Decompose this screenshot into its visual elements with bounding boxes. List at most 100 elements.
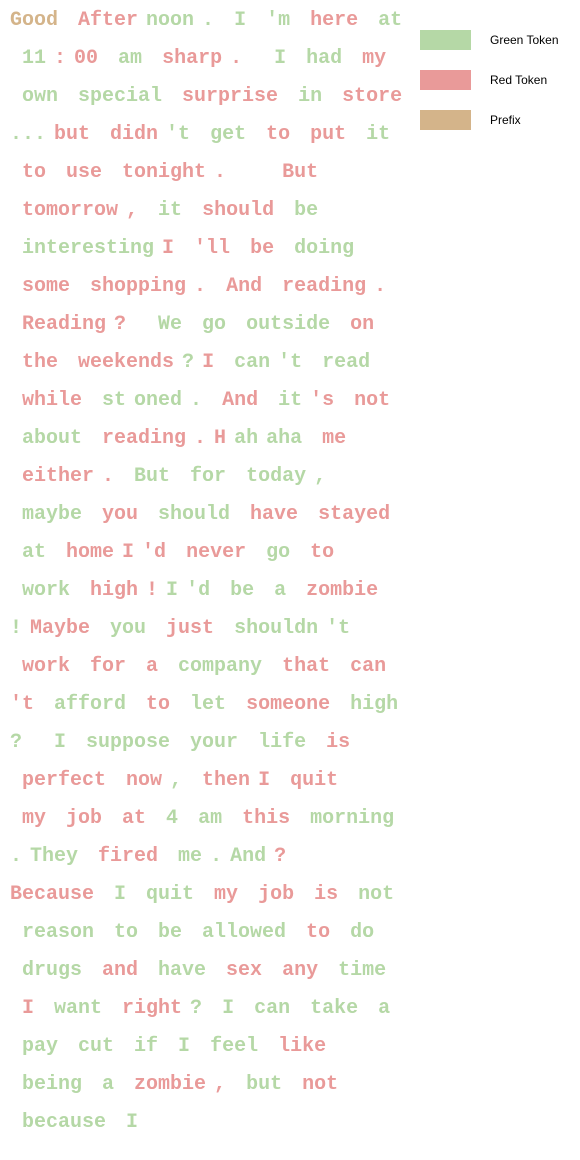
text-line: interesting I 'll be doing bbox=[10, 235, 410, 273]
red-token: job bbox=[246, 883, 295, 906]
green-token: do bbox=[338, 921, 375, 944]
green-token: want bbox=[42, 997, 103, 1020]
red-token: my bbox=[10, 807, 47, 830]
red-token: never bbox=[174, 541, 247, 564]
red-token: . bbox=[102, 465, 115, 488]
green-token: . bbox=[190, 389, 203, 412]
red-token: tomorrow bbox=[10, 199, 119, 222]
text-line: maybe you should have stayed bbox=[10, 501, 410, 539]
green-token: maybe bbox=[10, 503, 83, 526]
red-token: the bbox=[10, 351, 59, 374]
legend-swatch bbox=[420, 70, 471, 90]
red-token: have bbox=[238, 503, 299, 526]
red-token: reading bbox=[270, 275, 367, 298]
legend-item: Prefix bbox=[420, 110, 559, 130]
legend-label: Red Token bbox=[490, 73, 548, 87]
green-token: But bbox=[122, 465, 171, 488]
green-token: pay bbox=[10, 1035, 59, 1058]
red-token: right bbox=[110, 997, 183, 1020]
green-token: for bbox=[178, 465, 227, 488]
green-token: go bbox=[190, 313, 227, 336]
green-token: . bbox=[10, 845, 23, 868]
green-token: not bbox=[346, 883, 395, 906]
green-token: 4 bbox=[154, 807, 179, 830]
green-token: 't bbox=[166, 123, 191, 146]
red-token: I bbox=[122, 541, 135, 564]
text-line: work for a company that can bbox=[10, 653, 410, 691]
red-token: , bbox=[126, 199, 139, 222]
text-line: drugs and have sex any time bbox=[10, 957, 410, 995]
text-line: tomorrow, it should be bbox=[10, 197, 410, 235]
red-token: is bbox=[314, 731, 351, 754]
red-token: . bbox=[230, 47, 243, 70]
red-token: job bbox=[54, 807, 103, 830]
green-token: And bbox=[230, 845, 267, 868]
green-token: it bbox=[354, 123, 391, 146]
red-token: sharp bbox=[150, 47, 223, 70]
red-token: like bbox=[266, 1035, 327, 1058]
red-token: while bbox=[10, 389, 83, 412]
red-token: but bbox=[54, 123, 91, 146]
red-token: to bbox=[294, 921, 331, 944]
green-token: ? bbox=[190, 997, 203, 1020]
red-token: and bbox=[90, 959, 139, 982]
red-token: ! bbox=[146, 579, 159, 602]
green-token: morning bbox=[298, 807, 395, 830]
red-token: 's bbox=[310, 389, 335, 412]
green-token: being bbox=[10, 1073, 83, 1096]
text-line: Good After noon. I 'm here at bbox=[10, 7, 410, 45]
red-token: : bbox=[54, 47, 67, 70]
green-token: should bbox=[146, 503, 231, 526]
prefix-token: Good bbox=[10, 9, 59, 32]
green-token: allowed bbox=[190, 921, 287, 944]
red-token: to bbox=[254, 123, 291, 146]
red-token: a bbox=[134, 655, 159, 678]
legend-item: Green Token bbox=[420, 30, 559, 50]
green-token: work bbox=[10, 579, 71, 602]
green-token: They bbox=[30, 845, 79, 868]
green-token: drugs bbox=[10, 959, 83, 982]
green-token: to bbox=[102, 921, 139, 944]
red-token: on bbox=[338, 313, 375, 336]
red-token: I bbox=[202, 351, 215, 374]
red-token: ? bbox=[274, 845, 287, 868]
legend-item: Red Token bbox=[420, 70, 559, 90]
red-token: home bbox=[54, 541, 115, 564]
red-token: not bbox=[290, 1073, 339, 1096]
red-token: any bbox=[270, 959, 319, 982]
green-token: because bbox=[10, 1111, 107, 1134]
green-token: 'd bbox=[186, 579, 211, 602]
text-line: . They fired me. And? bbox=[10, 843, 410, 881]
green-token: me bbox=[166, 845, 203, 868]
red-token: 00 bbox=[74, 47, 99, 70]
red-token: now bbox=[114, 769, 163, 792]
green-token: I bbox=[102, 883, 127, 906]
green-token: quit bbox=[134, 883, 195, 906]
green-token: st bbox=[90, 389, 127, 412]
green-token: read bbox=[310, 351, 371, 374]
green-token: own bbox=[10, 85, 59, 108]
red-token: , bbox=[214, 1073, 227, 1096]
green-token: interesting bbox=[10, 237, 155, 260]
red-token: this bbox=[230, 807, 291, 830]
green-token: doing bbox=[282, 237, 355, 260]
red-token: Maybe bbox=[30, 617, 91, 640]
red-token: . bbox=[374, 275, 387, 298]
red-token: you bbox=[90, 503, 139, 526]
text-line: either. But for today, bbox=[10, 463, 410, 501]
green-token: time bbox=[326, 959, 387, 982]
red-token: Because bbox=[10, 883, 95, 906]
green-token: oned bbox=[134, 389, 183, 412]
text-line: about reading. Hah aha me bbox=[10, 425, 410, 463]
legend-swatch bbox=[420, 110, 471, 130]
red-token: high bbox=[78, 579, 139, 602]
text-line: while st oned. And it 's not bbox=[10, 387, 410, 425]
green-token: . bbox=[202, 9, 215, 32]
red-token: use bbox=[54, 161, 103, 184]
red-token: to bbox=[10, 161, 47, 184]
red-token: . bbox=[194, 427, 207, 450]
red-token: And bbox=[210, 389, 259, 412]
green-token: feel bbox=[198, 1035, 259, 1058]
green-token: at bbox=[10, 541, 47, 564]
red-token: 'll bbox=[182, 237, 231, 260]
